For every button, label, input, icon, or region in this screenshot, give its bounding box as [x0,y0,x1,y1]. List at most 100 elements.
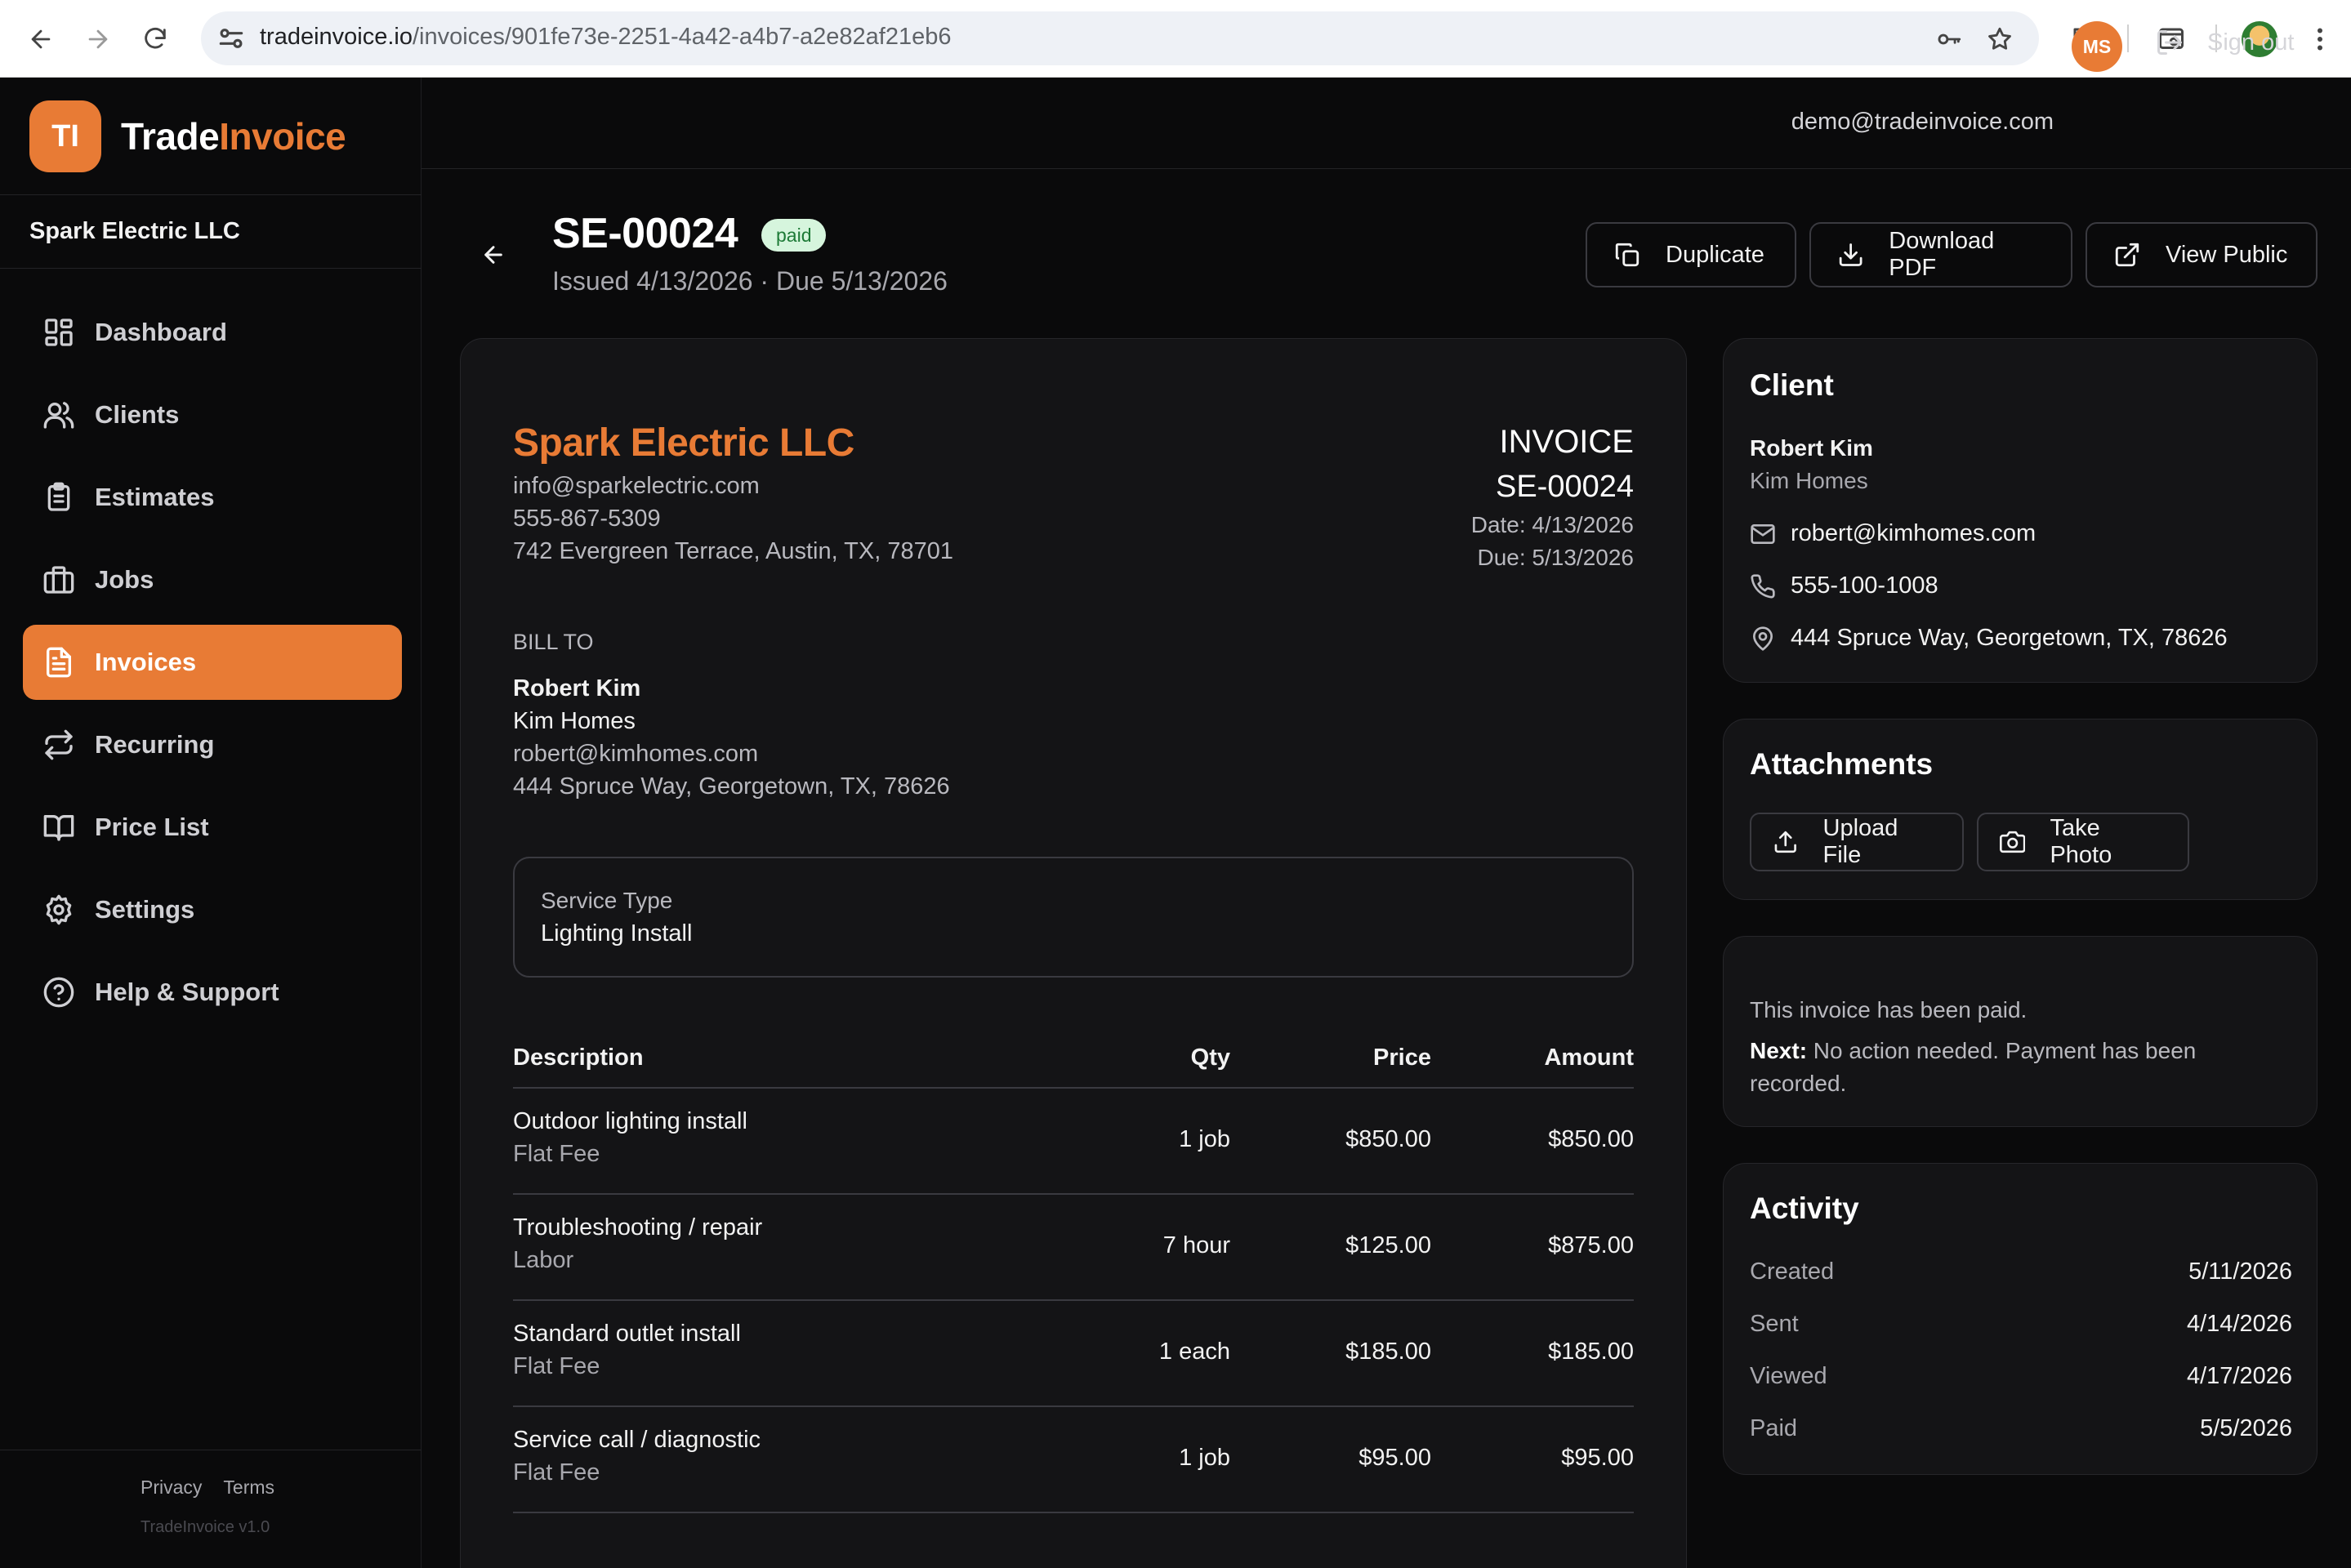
terms-link[interactable]: Terms [223,1477,274,1499]
bookmark-star-icon[interactable] [1983,23,2016,56]
sidebar-item-jobs[interactable]: Jobs [23,542,402,617]
sidebar-item-help[interactable]: Help & Support [23,955,402,1030]
sidebar-item-estimates[interactable]: Estimates [23,460,402,535]
upload-file-button[interactable]: Upload File [1750,813,1964,871]
footer-links: Privacy Terms [141,1477,274,1499]
from-company-name: Spark Electric LLC [513,421,854,465]
back-arrow-icon[interactable] [20,18,62,60]
activity-label: Paid [1750,1415,1798,1441]
company-name: Spark Electric LLC [29,218,240,244]
take-photo-label: Take Photo [2050,815,2112,868]
book-icon [43,815,74,841]
activity-label: Viewed [1750,1363,1827,1389]
browser-toolbar: tradeinvoice.io/invoices/901fe73e-2251-4… [0,0,2351,78]
sidebar-item-invoices[interactable]: Invoices [23,625,402,700]
dashboard-icon [45,318,73,346]
activity-label: Sent [1750,1311,1799,1337]
bill-to-label: BILL TO [513,630,594,654]
reload-icon[interactable] [134,18,176,60]
sidebar-item-dashboard[interactable]: Dashboard [23,295,402,370]
sidebar-item-label: Recurring [95,730,215,759]
sidebar: TI TradeInvoice Spark Electric LLC Dashb… [0,78,422,1568]
password-key-icon[interactable] [1933,23,1965,56]
more-vertical-icon[interactable] [2300,20,2340,59]
invoice-date: Date: 4/13/2026 [1470,512,1634,537]
activity-value: 5/5/2026 [2200,1415,2292,1441]
table-header: Description Qty Price Amount [513,1035,1634,1089]
sidebar-item-label: Dashboard [95,318,227,346]
site-settings-icon[interactable] [216,23,247,54]
user-email: demo@tradeinvoice.com [1791,109,2054,135]
copy-icon [1615,243,1639,267]
column-header-price: Price [1373,1045,1431,1071]
line-price: $95.00 [1358,1445,1431,1471]
user-avatar[interactable]: MS [2072,21,2122,72]
line-amount: $850.00 [1548,1126,1634,1152]
sign-out-label: Sign out [2207,29,2295,56]
take-photo-button[interactable]: Take Photo [1977,813,2189,871]
repeat-icon [45,729,73,760]
download-pdf-label: Download PDF [1889,228,1995,281]
line-qty: 7 hour [1162,1232,1230,1258]
briefcase-icon [43,566,74,594]
from-email: info@sparkelectric.com [513,473,760,499]
view-public-button[interactable]: View Public [2086,222,2318,287]
table-row: Service call / diagnostic Flat Fee 1 job… [513,1407,1634,1513]
invoice-label: INVOICE [1499,424,1634,460]
client-name: Robert Kim [1750,435,1873,461]
line-type: Flat Fee [513,1353,600,1379]
activity-title: Activity [1750,1192,1859,1225]
users-icon [43,402,74,429]
client-phone-row[interactable]: 555-100-1008 [1750,572,1938,599]
back-button[interactable] [475,237,511,273]
url-path: /invoices/901fe73e-2251-4a42-a4b7-a2e82a… [413,24,952,50]
column-header-qty: Qty [1190,1045,1230,1071]
bill-to-address: 444 Spruce Way, Georgetown, TX, 78626 [513,773,950,800]
sidebar-item-label: Settings [95,895,195,924]
next-step-message: Next: No action needed. Payment has been… [1750,1035,2273,1100]
line-description: Outdoor lighting install [513,1108,747,1134]
line-type: Labor [513,1247,574,1273]
duplicate-button[interactable]: Duplicate [1586,222,1796,287]
brand-logo: TI [29,100,101,172]
sign-out-button[interactable]: Sign out [2155,28,2294,57]
sidebar-item-label: Help & Support [95,978,279,1006]
page-title: SE-00024 [552,210,738,257]
client-email-row[interactable]: robert@kimhomes.com [1750,520,2036,547]
next-label: Next: [1750,1038,1808,1063]
client-panel-title: Client [1750,368,1834,402]
sidebar-item-price-list[interactable]: Price List [23,790,402,865]
camera-icon [2000,831,2026,853]
client-address: 444 Spruce Way, Georgetown, TX, 78626 [1791,625,2228,651]
sidebar-item-label: Price List [95,813,209,841]
map-pin-icon [1753,626,1773,651]
privacy-link[interactable]: Privacy [141,1477,202,1499]
line-description: Troubleshooting / repair [513,1214,763,1241]
table-row: Troubleshooting / repair Labor 7 hour $1… [513,1195,1634,1301]
issued-due-line: Issued 4/13/2026 · Due 5/13/2026 [552,266,948,296]
url-text: tradeinvoice.io/invoices/901fe73e-2251-4… [260,24,951,51]
forward-arrow-icon[interactable] [77,18,119,60]
activity-label: Created [1750,1258,1835,1285]
address-bar[interactable]: tradeinvoice.io/invoices/901fe73e-2251-4… [201,11,2039,65]
log-out-icon [2157,30,2182,55]
sidebar-item-clients[interactable]: Clients [23,377,402,452]
line-items-table: Description Qty Price Amount Outdoor lig… [513,1035,1634,1513]
line-qty: 1 job [1179,1445,1230,1471]
invoice-document: Spark Electric LLC info@sparkelectric.co… [460,338,1687,1568]
mail-icon [1751,523,1775,544]
client-company: Kim Homes [1750,468,1868,493]
file-text-icon [47,647,72,678]
line-description: Service call / diagnostic [513,1427,761,1453]
brand[interactable]: TI TradeInvoice [29,100,346,172]
brand-name-part2: Invoice [219,115,346,158]
line-description: Standard outlet install [513,1321,741,1347]
sidebar-item-settings[interactable]: Settings [23,872,402,947]
client-email: robert@kimhomes.com [1791,520,2036,546]
activity-value: 5/11/2026 [2188,1258,2292,1285]
download-pdf-button[interactable]: Download PDF [1809,222,2072,287]
bill-to-name: Robert Kim [513,675,641,702]
upload-file-label: Upload File [1822,815,1898,868]
line-amount: $185.00 [1548,1339,1634,1365]
sidebar-item-recurring[interactable]: Recurring [23,707,402,782]
